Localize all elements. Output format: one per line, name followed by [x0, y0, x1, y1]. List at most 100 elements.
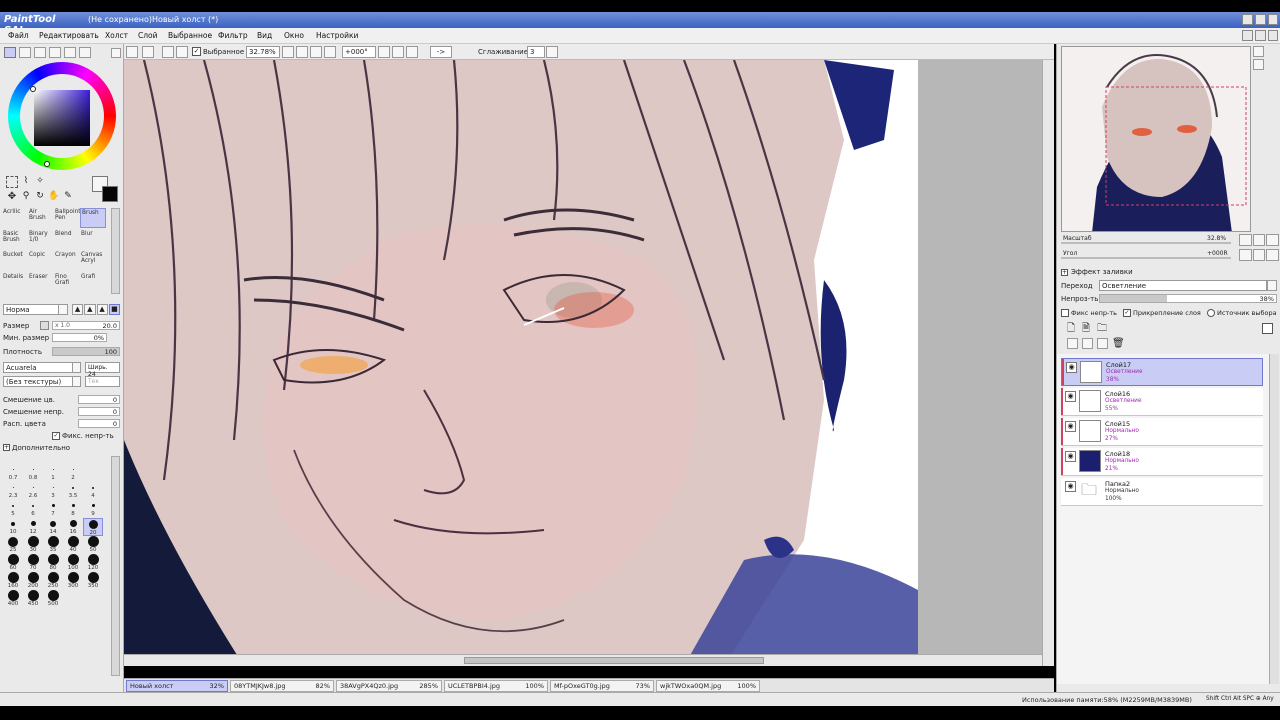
nav-rotate-reset-icon[interactable] — [1266, 249, 1280, 261]
tab-image-1[interactable]: 08YTMJKJw8.jpg 82% — [230, 680, 334, 692]
shape-hard-icon[interactable]: ▲ — [96, 304, 108, 315]
eye-icon[interactable]: ◉ — [1065, 421, 1076, 432]
mixer-tab-icon[interactable] — [79, 47, 91, 58]
merge-down-icon[interactable] — [1082, 338, 1093, 349]
tool-grafi[interactable]: Grafi — [80, 273, 106, 293]
brush-size-preset[interactable]: 200 — [23, 572, 43, 590]
brush-size-preset[interactable]: 60 — [3, 554, 23, 572]
secondary-color-swatch[interactable] — [102, 186, 118, 202]
new-layer-icon[interactable]: 🗋 — [1067, 323, 1078, 334]
nav-zoom-out-icon[interactable] — [1253, 59, 1264, 70]
menu-filter[interactable]: Фильтр — [218, 31, 248, 40]
brush-size-preset[interactable]: 35 — [43, 536, 63, 554]
tools-scrollbar[interactable] — [111, 208, 120, 294]
size-slider[interactable]: x 1.0 20.0 — [52, 321, 120, 330]
tool-copic[interactable]: Copic — [28, 251, 54, 271]
brush-size-preset[interactable]: 3.5 — [63, 482, 83, 500]
doc-close-button[interactable] — [1268, 30, 1278, 41]
menu-view[interactable]: Вид — [257, 31, 272, 40]
eye-icon[interactable]: ◉ — [1066, 362, 1077, 373]
menu-layer[interactable]: Слой — [138, 31, 158, 40]
tool-basic-brush[interactable]: Basic Brush — [2, 230, 28, 250]
mix-opacity-slider[interactable]: 0 — [78, 407, 120, 416]
brush-size-preset[interactable]: 6 — [23, 500, 43, 518]
move-icon[interactable]: ✥ — [6, 191, 18, 203]
shape-medium-icon[interactable]: ▲ — [84, 304, 96, 315]
canvas-horizontal-scrollbar[interactable] — [124, 654, 1042, 666]
dilute-slider[interactable]: 0 — [78, 419, 120, 428]
nav-zoom-plus-icon[interactable] — [1252, 234, 1266, 246]
rotate-left-button[interactable] — [378, 46, 390, 58]
shape-soft-icon[interactable]: ▲ — [72, 304, 84, 315]
extra-options-label[interactable]: Дополнительно — [12, 444, 70, 452]
brush-size-preset[interactable]: 25 — [3, 536, 23, 554]
fix-opacity-layer-checkbox[interactable] — [1061, 309, 1069, 317]
brush-size-preset[interactable]: 16 — [63, 518, 83, 536]
brush-size-preset[interactable]: 2.3 — [3, 482, 23, 500]
zoom-field[interactable]: 32.78% — [246, 46, 280, 58]
tool-acrilic[interactable]: Acrilic — [2, 208, 28, 228]
size-grid-scrollbar[interactable] — [111, 456, 120, 676]
brush-size-preset[interactable]: 20 — [83, 518, 103, 536]
new-folder-icon[interactable]: 🗀 — [1097, 323, 1108, 334]
brush-size-preset[interactable]: 400 — [3, 590, 23, 608]
eye-icon[interactable]: ◉ — [1065, 481, 1076, 492]
hsv-slider-tab-icon[interactable] — [34, 47, 46, 58]
brush-size-preset[interactable]: 14 — [43, 518, 63, 536]
smoothing-field[interactable]: 3 — [527, 46, 545, 58]
brush-size-preset[interactable]: 30 — [23, 536, 43, 554]
tool-canvas-acryl[interactable]: Canvas Acryl — [80, 251, 106, 271]
paper-texture-strength[interactable]: Тек — [85, 376, 120, 387]
layer-blend-dropdown-icon[interactable] — [1267, 280, 1277, 291]
menu-file[interactable]: Файл — [8, 31, 29, 40]
brush-size-preset[interactable]: 0.7 — [3, 464, 23, 482]
brush-size-preset[interactable]: 120 — [83, 554, 103, 572]
tool-brush[interactable]: Brush — [80, 208, 106, 228]
brush-size-preset[interactable]: 300 — [63, 572, 83, 590]
smoothing-dropdown-icon[interactable] — [546, 46, 558, 58]
canvas-vertical-scrollbar[interactable] — [1042, 60, 1054, 666]
paper-texture-select[interactable]: (Без текстуры) — [3, 376, 73, 387]
menu-edit[interactable]: Редактировать — [39, 31, 99, 40]
tool-blur[interactable]: Blur — [80, 230, 106, 250]
tool-fino-grafi[interactable]: Fino Grafi — [54, 273, 80, 293]
doc-restore-button[interactable] — [1255, 30, 1266, 41]
new-linework-layer-icon[interactable]: 🗎 — [1082, 323, 1093, 334]
sv-picker-handle[interactable] — [30, 86, 36, 92]
brush-size-preset[interactable]: 1 — [43, 464, 63, 482]
layer-row[interactable]: ◉ Слой18 Нормально 21% — [1061, 448, 1263, 476]
brush-size-preset[interactable]: 9 — [83, 500, 103, 518]
nav-zoom-slider[interactable] — [1061, 242, 1231, 244]
blend-mode-dropdown-icon[interactable] — [58, 304, 68, 315]
flip-button[interactable]: -> — [430, 46, 452, 58]
angle-field[interactable]: +000° — [342, 46, 376, 58]
tool-binary[interactable]: Binary 1/0 — [28, 230, 54, 250]
lasso-icon[interactable]: ⌇ — [20, 176, 32, 188]
saturation-value-square[interactable] — [34, 90, 90, 146]
brush-size-preset[interactable]: 80 — [43, 554, 63, 572]
tool-crayon[interactable]: Crayon — [54, 251, 80, 271]
navigator-preview[interactable] — [1061, 46, 1251, 232]
swatches-tab-icon[interactable] — [49, 47, 61, 58]
layer-row[interactable]: ◉ Слой15 Нормально 27% — [1061, 418, 1263, 446]
tool-eraser[interactable]: Eraser — [28, 273, 54, 293]
h-scroll-thumb[interactable] — [464, 657, 764, 664]
brush-size-preset[interactable]: 50 — [83, 536, 103, 554]
nav-zoom-reset-icon[interactable] — [1266, 234, 1280, 246]
menu-window[interactable]: Окно — [284, 31, 304, 40]
nav-rotate-left-icon[interactable] — [1239, 249, 1252, 261]
brush-size-preset[interactable]: 2.6 — [23, 482, 43, 500]
mix-color-slider[interactable]: 0 — [78, 395, 120, 404]
maximize-button[interactable] — [1255, 14, 1266, 25]
menu-settings[interactable]: Настройки — [316, 31, 358, 40]
rotate-right-button[interactable] — [392, 46, 404, 58]
zoom-reset-button[interactable] — [324, 46, 336, 58]
invert-selection-button[interactable] — [142, 46, 154, 58]
layer-blend-select[interactable]: Осветление — [1099, 280, 1267, 291]
fill-effect-expand-icon[interactable]: + — [1061, 269, 1068, 276]
texture-dropdown-icon[interactable] — [72, 362, 81, 373]
brush-size-preset[interactable]: 450 — [23, 590, 43, 608]
size-lock-icon[interactable] — [40, 321, 49, 330]
paper-texture-dropdown-icon[interactable] — [72, 376, 81, 387]
menu-canvas[interactable]: Холст — [105, 31, 128, 40]
